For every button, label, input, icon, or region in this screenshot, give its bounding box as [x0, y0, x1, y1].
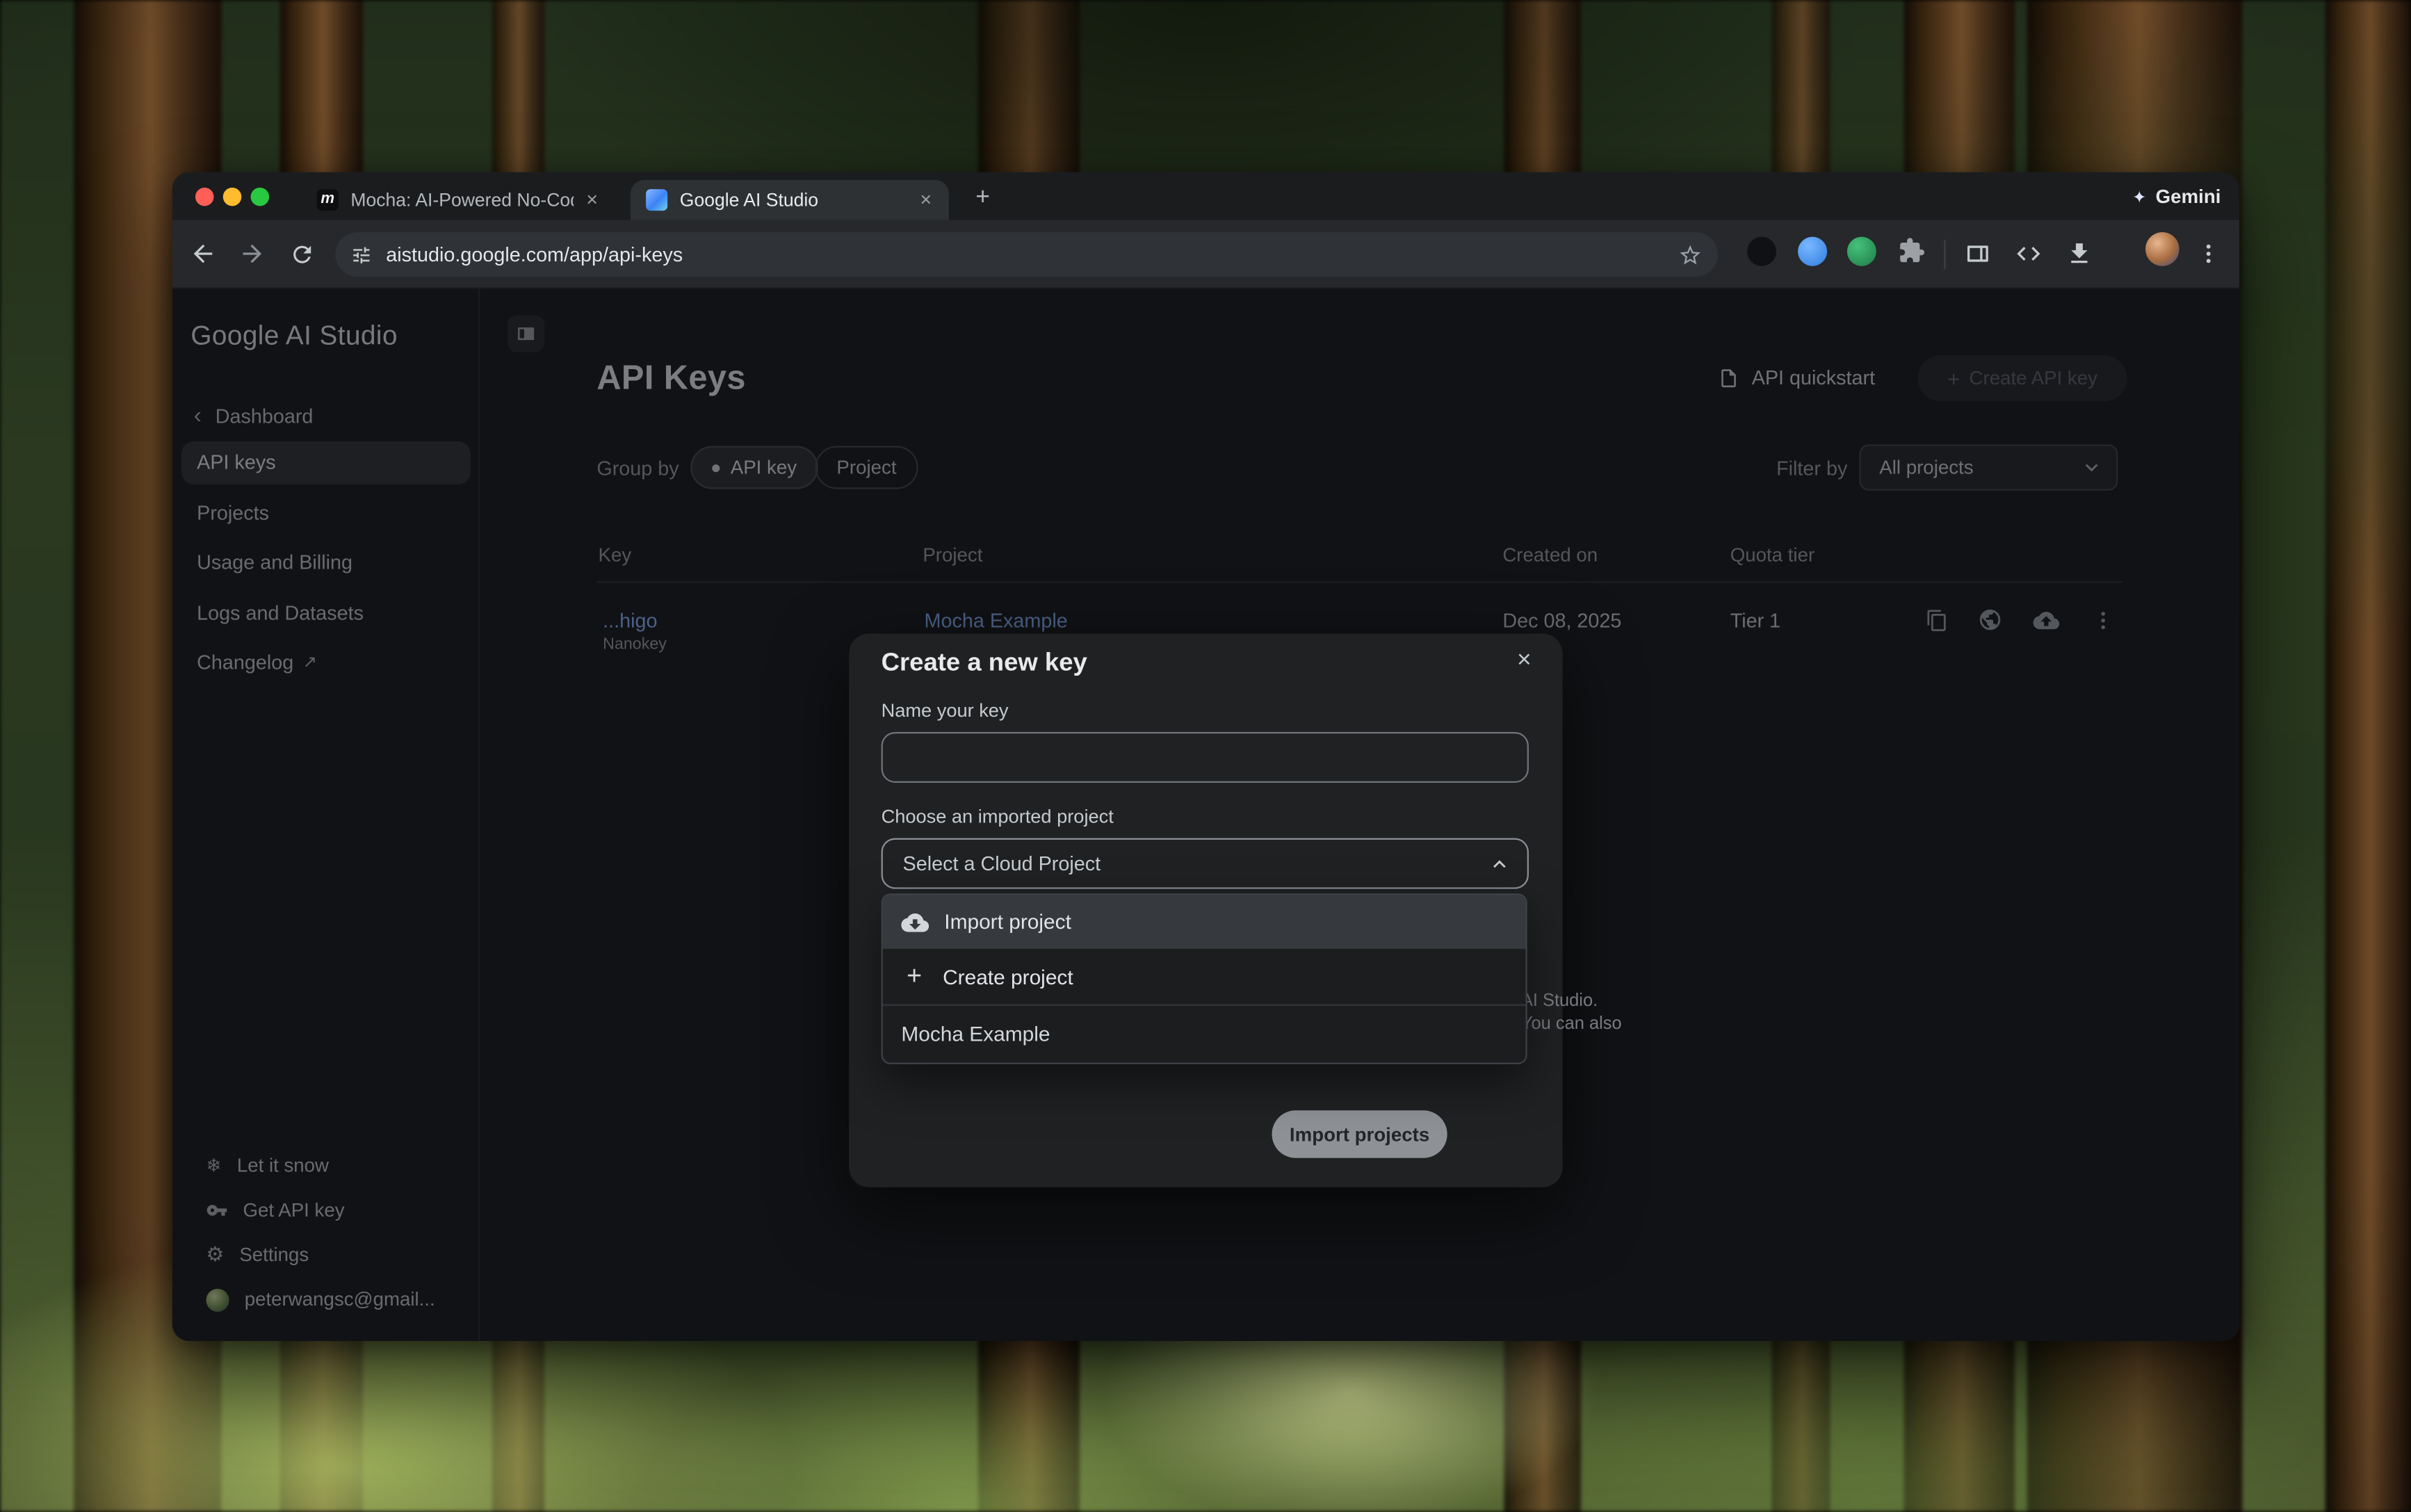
gemini-sparkle-icon: ✦ — [2132, 187, 2146, 207]
select-value: Select a Cloud Project — [903, 852, 1488, 875]
cloud-import-icon — [901, 908, 929, 936]
choose-project-label: Choose an imported project — [882, 806, 1114, 827]
code-devtools-icon[interactable] — [2007, 232, 2050, 275]
ai-studio-favicon-icon — [646, 189, 667, 211]
tab-google-ai-studio[interactable]: Google AI Studio × — [631, 180, 949, 220]
toolbar-separator — [1944, 240, 1945, 269]
forward-button[interactable] — [231, 232, 274, 275]
plus-icon: + — [901, 961, 927, 992]
screen: Mocha: AI-Powered No-Code × Google AI St… — [0, 0, 2411, 1512]
page-content: Google AI Studio ‹ Dashboard API keys Pr… — [172, 289, 2239, 1341]
tab-close-icon[interactable]: × — [580, 188, 604, 212]
bookmark-star-icon[interactable] — [1678, 242, 1703, 266]
extensions-puzzle-icon[interactable] — [1898, 237, 1927, 266]
menu-item-mocha-example[interactable]: Mocha Example — [883, 1006, 1526, 1063]
reload-button[interactable] — [280, 232, 323, 275]
browser-toolbar: aistudio.google.com/app/api-keys — [172, 220, 2239, 289]
tab-mocha[interactable]: Mocha: AI-Powered No-Code × — [302, 180, 615, 220]
minimize-window-button[interactable] — [223, 188, 242, 206]
tab-close-icon[interactable]: × — [914, 188, 938, 212]
import-projects-button[interactable]: Import projects — [1272, 1110, 1447, 1158]
browser-menu-kebab-icon[interactable] — [2187, 232, 2230, 275]
chevron-up-icon — [1487, 851, 1511, 875]
blue-extension-icon[interactable] — [1798, 237, 1827, 266]
new-tab-button[interactable]: + — [967, 183, 998, 213]
gemini-label: Gemini — [2156, 186, 2221, 208]
occluded-dialog-text: AI Studio. You can also — [1521, 991, 1690, 1037]
download-icon[interactable] — [2058, 232, 2101, 275]
import-projects-label: Import projects — [1290, 1123, 1429, 1145]
tab-title: Google AI Studio — [680, 189, 907, 211]
side-panel-icon[interactable] — [1956, 232, 1999, 275]
dialog-close-icon[interactable]: × — [1507, 644, 1541, 678]
menu-item-label: Mocha Example — [901, 1023, 1050, 1046]
menu-item-label: Import project — [944, 911, 1071, 934]
dialog-title: Create a new key — [882, 649, 1087, 678]
name-your-key-label: Name your key — [882, 700, 1009, 722]
menu-item-label: Create project — [943, 965, 1073, 988]
browser-window: Mocha: AI-Powered No-Code × Google AI St… — [172, 172, 2239, 1341]
gemini-button[interactable]: ✦ Gemini — [2132, 183, 2221, 211]
occluded-line: You can also — [1521, 1014, 1690, 1037]
profile-avatar[interactable] — [2145, 232, 2179, 266]
url-text: aistudio.google.com/app/api-keys — [386, 243, 1678, 266]
maximize-window-button[interactable] — [251, 188, 270, 206]
project-dropdown-menu: Import project + Create project Mocha Ex… — [882, 893, 1527, 1064]
tab-title: Mocha: AI-Powered No-Code — [350, 189, 574, 211]
site-info-icon[interactable] — [350, 244, 372, 266]
menu-item-create-project[interactable]: + Create project — [883, 949, 1526, 1005]
close-window-button[interactable] — [195, 188, 214, 206]
mocha-favicon-icon — [317, 189, 339, 211]
dark-mode-extension-icon[interactable] — [1747, 237, 1776, 266]
tab-strip: Mocha: AI-Powered No-Code × Google AI St… — [172, 172, 2239, 220]
occluded-line: AI Studio. — [1521, 991, 1690, 1014]
back-button[interactable] — [181, 232, 225, 275]
menu-item-import-project[interactable]: Import project — [883, 895, 1526, 949]
address-bar[interactable]: aistudio.google.com/app/api-keys — [335, 232, 1718, 277]
cloud-project-select[interactable]: Select a Cloud Project — [882, 838, 1529, 889]
key-name-input[interactable] — [882, 732, 1529, 783]
create-key-dialog: Create a new key × Name your key Choose … — [849, 633, 1562, 1187]
green-extension-icon[interactable] — [1847, 237, 1876, 266]
